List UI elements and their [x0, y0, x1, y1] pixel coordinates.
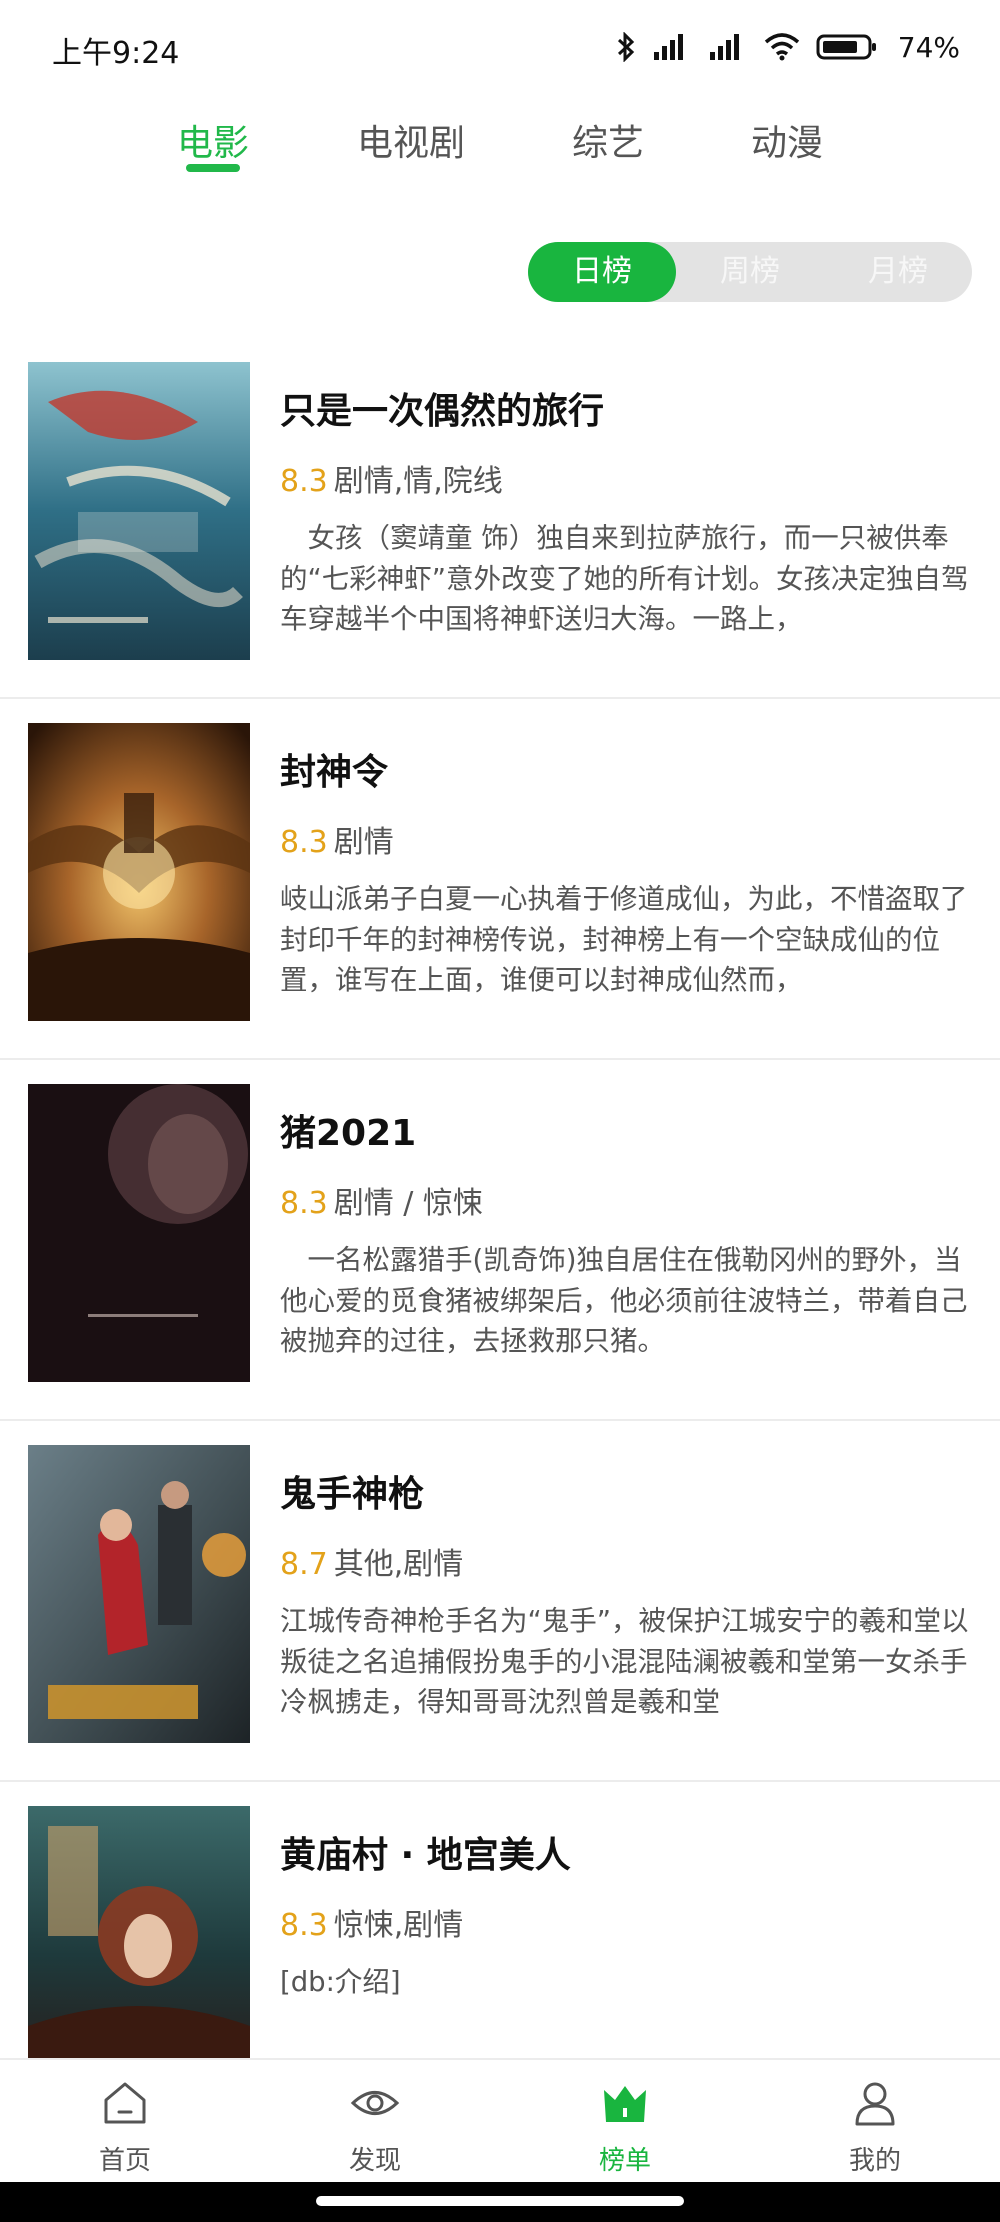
movie-meta: 8.3 剧情,情,院线 — [280, 456, 503, 500]
movie-poster — [28, 1806, 250, 2058]
nav-profile[interactable]: 我的 — [750, 2060, 1000, 2184]
movie-genres: 其他,剧情 — [333, 1547, 464, 1582]
nav-discover[interactable]: 发现 — [250, 2060, 500, 2184]
bottom-navigation: 首页 发现 榜单 我的 — [0, 2058, 1000, 2184]
tab-movie[interactable]: 电影 — [177, 114, 249, 166]
movie-description: 一名松露猎手(凯奇饰)独自居住在俄勒冈州的野外，当他心爱的觅食猪被绑架后，他必须… — [280, 1244, 968, 1357]
movie-poster — [28, 723, 250, 1021]
movie-item[interactable]: 黄庙村 · 地宫美人 8.3 惊悚,剧情 [db:介绍] — [0, 1782, 1000, 2058]
movie-meta: 8.7 其他,剧情 — [280, 1539, 463, 1583]
movie-poster — [28, 1445, 250, 1743]
signal-icon — [708, 32, 748, 62]
active-tab-indicator — [186, 164, 240, 172]
category-tabs: 电影 电视剧 综艺 动漫 — [0, 104, 1000, 184]
battery-icon — [816, 32, 880, 62]
nav-home-label: 首页 — [98, 2146, 151, 2176]
home-indicator[interactable] — [316, 2196, 684, 2206]
movie-title: 鬼手神枪 — [280, 1474, 425, 1515]
nav-ranking[interactable]: 榜单 — [500, 2060, 750, 2184]
movie-poster — [28, 362, 250, 660]
ranking-period-switch: 日榜 周榜 月榜 — [528, 242, 972, 302]
movie-genres: 惊悚,剧情 — [333, 1908, 464, 1943]
movie-meta: 8.3 剧情 / 惊悚 — [280, 1178, 483, 1222]
nav-profile-label: 我的 — [848, 2146, 901, 2176]
movie-meta: 8.3 剧情 — [280, 817, 394, 861]
movie-item[interactable]: 只是一次偶然的旅行 8.3 剧情,情,院线 女孩（窦靖童 饰）独自来到拉萨旅行，而… — [0, 338, 1000, 699]
movie-title: 只是一次偶然的旅行 — [280, 391, 605, 432]
movie-rating: 8.3 — [280, 825, 328, 860]
tab-tv-series[interactable]: 电视剧 — [357, 114, 465, 166]
nav-home[interactable]: 首页 — [0, 2060, 250, 2184]
movie-title: 猪2021 — [280, 1113, 417, 1154]
movie-description: 江城传奇神枪手名为“鬼手”，被保护江城安宁的羲和堂以叛徒之名追捕假扮鬼手的小混混… — [280, 1605, 969, 1718]
movie-rating: 8.7 — [280, 1547, 328, 1582]
movie-title: 封神令 — [280, 752, 389, 793]
monthly-ranking-button[interactable]: 月榜 — [824, 242, 972, 302]
nav-discover-label: 发现 — [348, 2146, 401, 2176]
tab-variety[interactable]: 综艺 — [572, 114, 644, 166]
movie-meta: 8.3 惊悚,剧情 — [280, 1900, 463, 1944]
wifi-icon — [764, 32, 800, 62]
movie-genres: 剧情,情,院线 — [333, 464, 503, 499]
movie-genres: 剧情 — [333, 825, 394, 860]
movie-list: 只是一次偶然的旅行 8.3 剧情,情,院线 女孩（窦靖童 饰）独自来到拉萨旅行，而… — [0, 338, 1000, 2058]
nav-ranking-label: 榜单 — [598, 2146, 651, 2176]
weekly-ranking-button[interactable]: 周榜 — [676, 242, 824, 302]
status-icons: 74% — [616, 24, 960, 70]
movie-rating: 8.3 — [280, 1186, 328, 1221]
movie-description: [db:介绍] — [280, 1966, 401, 1998]
movie-title: 黄庙村 · 地宫美人 — [280, 1835, 571, 1876]
movie-item[interactable]: 鬼手神枪 8.7 其他,剧情 江城传奇神枪手名为“鬼手”，被保护江城安宁的羲和堂以… — [0, 1421, 1000, 1782]
crown-icon — [600, 2078, 650, 2128]
status-time: 上午9:24 — [52, 36, 180, 71]
status-bar: 上午9:24 74% — [0, 0, 1000, 96]
movie-rating: 8.3 — [280, 464, 328, 499]
home-icon — [100, 2078, 150, 2128]
system-gesture-area — [0, 2182, 1000, 2222]
movie-rating: 8.3 — [280, 1908, 328, 1943]
tab-anime[interactable]: 动漫 — [751, 114, 823, 166]
movie-item[interactable]: 封神令 8.3 剧情 岐山派弟子白夏一心执着于修道成仙，为此，不惜盗取了封印千年的… — [0, 699, 1000, 1060]
movie-poster — [28, 1084, 250, 1382]
daily-ranking-button[interactable]: 日榜 — [528, 242, 676, 302]
movie-item[interactable]: 猪2021 8.3 剧情 / 惊悚 一名松露猎手(凯奇饰)独自居住在俄勒冈州的野外… — [0, 1060, 1000, 1421]
movie-genres: 剧情 / 惊悚 — [333, 1186, 483, 1221]
movie-description: 女孩（窦靖童 饰）独自来到拉萨旅行，而一只被供奉的“七彩神虾”意外改变了她的所有… — [280, 522, 969, 635]
user-icon — [850, 2078, 900, 2128]
signal-icon — [652, 32, 692, 62]
movie-description: 岐山派弟子白夏一心执着于修道成仙，为此，不惜盗取了封印千年的封神榜传说，封神榜上… — [280, 883, 968, 996]
bluetooth-icon — [616, 32, 636, 62]
battery-level: 74% — [897, 30, 960, 64]
eye-icon — [350, 2078, 400, 2128]
